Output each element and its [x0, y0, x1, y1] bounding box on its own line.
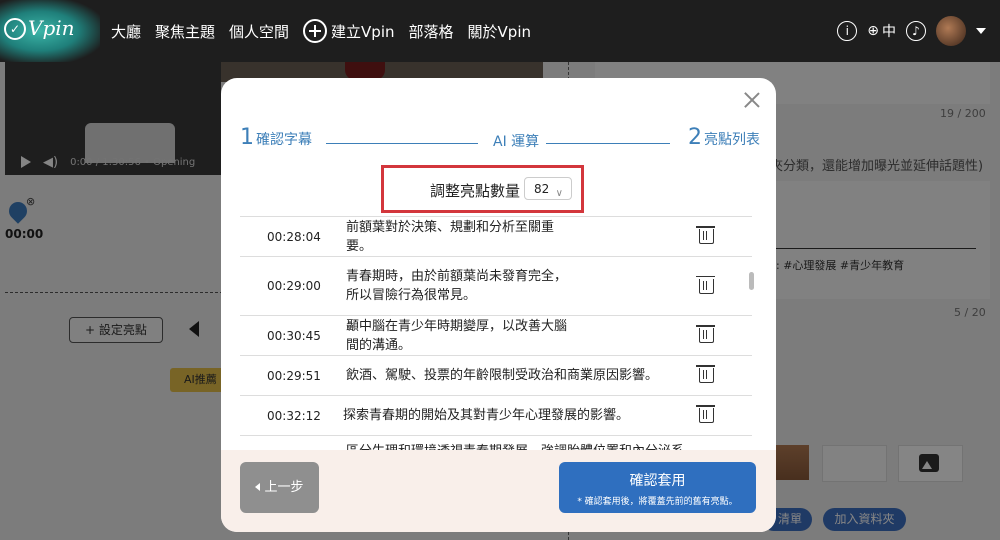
trash-icon[interactable] [696, 405, 715, 423]
logo[interactable]: ✓ Vpin [0, 0, 100, 62]
adjust-highlight-count: 調整亮點數量 82 ∨ [381, 165, 584, 213]
caret-left-icon [255, 483, 261, 491]
create-label: 建立Vpin [331, 22, 395, 41]
trash-icon[interactable] [696, 226, 715, 244]
step-confirm-subtitles: 1 確認字幕 [240, 125, 312, 150]
language-switch[interactable]: ⊕ 中 [867, 21, 896, 41]
table-row: 00:29:00 青春期時，由於前額葉尚未發育完全，所以冒險行為很常見。 [240, 257, 752, 316]
confirm-apply-label: 確認套用 [629, 473, 686, 489]
scrollbar[interactable] [749, 272, 754, 290]
row-time: 00:32:12 [267, 408, 321, 423]
previous-step-button[interactable]: 上一步 [240, 462, 319, 513]
row-time: 00:29:00 [267, 279, 321, 293]
modal-footer: 上一步 確認套用 * 確認套用後，將覆蓋先前的舊有亮點。 [221, 450, 776, 532]
chevron-down-icon[interactable] [976, 28, 986, 34]
row-text: 探索青春期的開始及其對青少年心理發展的影響。 [343, 408, 630, 423]
trash-icon[interactable] [696, 325, 715, 343]
highlight-list[interactable]: 00:28:04 前額葉對於決策、規劃和分析至關重要。 00:29:00 青春期… [240, 216, 752, 453]
plus-circle-icon [303, 19, 328, 43]
trash-icon[interactable] [696, 275, 715, 294]
row-text: 前額葉對於決策、規劃和分析至關重要。 [346, 219, 555, 254]
confirm-apply-button[interactable]: 確認套用 * 確認套用後，將覆蓋先前的舊有亮點。 [559, 462, 756, 513]
main-nav: 大廳 聚焦主題 個人空間 建立Vpin 部落格 關於Vpin [111, 0, 531, 62]
check-icon: ✓ [4, 18, 26, 40]
logo-text: Vpin [28, 16, 75, 40]
row-text: 飲酒、駕駛、投票的年齡限制受政治和商業原因影響。 [346, 368, 659, 383]
row-time: 00:28:04 [267, 229, 321, 244]
step-connector [546, 143, 670, 144]
table-row: 00:32:12 探索青春期的開始及其對青少年心理發展的影響。 [240, 396, 752, 436]
step-number: 1 [240, 125, 254, 150]
step-number: 2 [688, 125, 702, 150]
bell-icon[interactable]: ♪ [906, 21, 926, 41]
row-time: 00:30:45 [267, 328, 321, 343]
globe-icon: ⊕ [867, 23, 879, 39]
chevron-down-icon: ∨ [555, 188, 563, 199]
table-row: 00:30:45 顳中腦在青少年時期變厚，以改善大腦間的溝通。 [240, 316, 752, 356]
adjust-label: 調整亮點數量 [430, 182, 521, 200]
step-label: 亮點列表 [704, 132, 760, 148]
trash-icon[interactable] [696, 365, 715, 383]
nav-item-personal[interactable]: 個人空間 [229, 21, 289, 42]
close-icon[interactable] [742, 90, 762, 110]
step-connector [326, 143, 478, 144]
highlight-count-value: 82 [534, 182, 550, 196]
row-text: 顳中腦在青少年時期變厚，以改善大腦間的溝通。 [346, 318, 568, 353]
confirm-apply-note: * 確認套用後，將覆蓋先前的舊有亮點。 [577, 497, 738, 507]
nav-item-create-vpin[interactable]: 建立Vpin [303, 19, 395, 43]
highlight-count-select[interactable]: 82 ∨ [524, 177, 572, 200]
table-row: 00:29:51 飲酒、駕駛、投票的年齡限制受政治和商業原因影響。 [240, 356, 752, 396]
nav-item-topics[interactable]: 聚焦主題 [155, 21, 215, 42]
row-time: 00:29:51 [267, 368, 321, 383]
info-icon[interactable]: i [837, 21, 858, 41]
step-indicator: 1 確認字幕 AI 運算 2 亮點列表 [240, 125, 760, 151]
language-label: 中 [882, 24, 896, 40]
highlight-modal: 1 確認字幕 AI 運算 2 亮點列表 調整亮點數量 82 ∨ 00:28:04… [221, 78, 776, 532]
step-ai-compute: AI 運算 [493, 134, 540, 150]
table-row: 00:28:04 前額葉對於決策、規劃和分析至關重要。 [240, 217, 752, 257]
step-label: 確認字幕 [256, 132, 312, 148]
step-highlight-list: 2 亮點列表 [688, 125, 760, 150]
nav-item-blog[interactable]: 部落格 [409, 21, 454, 42]
row-text: 青春期時，由於前額葉尚未發育完全，所以冒險行為很常見。 [346, 269, 568, 303]
nav-item-about[interactable]: 關於Vpin [468, 21, 531, 42]
avatar[interactable] [936, 16, 966, 46]
header-actions: i ⊕ 中 ♪ [837, 16, 986, 46]
nav-item-lobby[interactable]: 大廳 [111, 21, 141, 42]
previous-step-label: 上一步 [264, 480, 304, 495]
top-navbar: ✓ Vpin 大廳 聚焦主題 個人空間 建立Vpin 部落格 關於Vpin i … [0, 0, 1000, 62]
